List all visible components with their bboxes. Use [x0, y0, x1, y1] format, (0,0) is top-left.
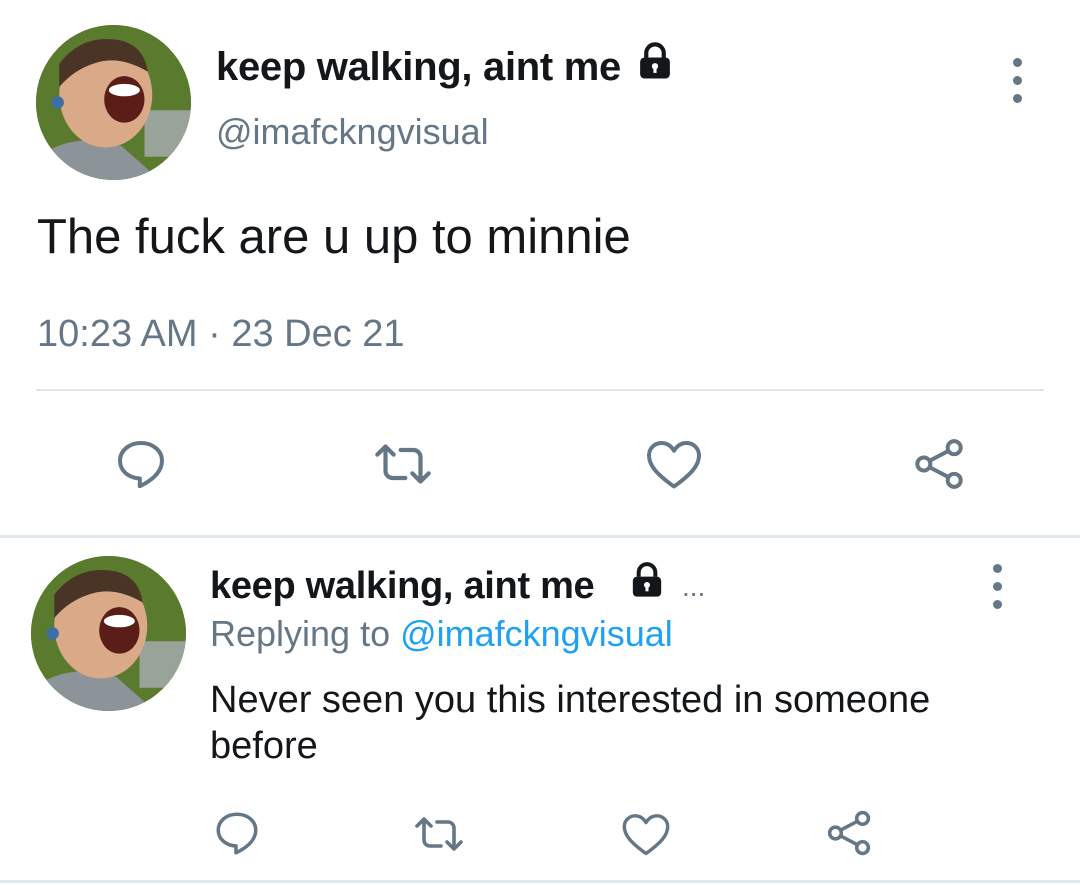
divider	[36, 389, 1044, 391]
reply-button[interactable]	[212, 808, 262, 858]
heart-icon	[622, 814, 670, 856]
replying-to-handle-link[interactable]: @imafckngvisual	[400, 613, 673, 654]
lock-icon	[632, 562, 662, 597]
share-button[interactable]	[910, 436, 968, 492]
reply-text: Never seen you this interested in someon…	[210, 679, 931, 767]
share-button[interactable]	[824, 808, 874, 858]
reply-display-name[interactable]: keep walking, aint me	[210, 564, 595, 608]
retweet-button[interactable]	[410, 810, 468, 858]
like-button[interactable]	[644, 436, 704, 492]
retweet-icon	[415, 817, 463, 851]
display-name[interactable]: keep walking, aint me	[216, 44, 621, 90]
lock-icon	[640, 42, 670, 79]
avatar-photo	[31, 556, 186, 711]
name-truncation: ...	[682, 571, 706, 602]
comment-icon	[118, 441, 164, 489]
tweet-timestamp[interactable]: 10:23 AM · 23 Dec 21	[37, 312, 405, 356]
tweet-text: The fuck are u up to minnie	[37, 210, 631, 264]
avatar-photo	[36, 25, 191, 180]
like-button[interactable]	[620, 810, 672, 858]
share-icon	[827, 810, 871, 856]
share-icon	[915, 439, 963, 489]
retweet-button[interactable]	[370, 436, 436, 492]
reply-button[interactable]	[113, 436, 169, 492]
reply-avatar[interactable]	[31, 556, 186, 711]
replying-to: Replying to @imafckngvisual	[210, 612, 673, 656]
replying-to-label: Replying to	[210, 613, 401, 654]
bottom-divider	[0, 880, 1080, 883]
avatar[interactable]	[36, 25, 191, 180]
more-options-icon[interactable]	[1005, 58, 1029, 103]
retweet-icon	[375, 444, 431, 484]
comment-icon	[216, 812, 258, 855]
section-divider	[0, 535, 1080, 538]
more-options-icon[interactable]	[985, 564, 1009, 609]
heart-icon	[647, 441, 701, 489]
user-handle[interactable]: @imafckngvisual	[216, 111, 489, 153]
